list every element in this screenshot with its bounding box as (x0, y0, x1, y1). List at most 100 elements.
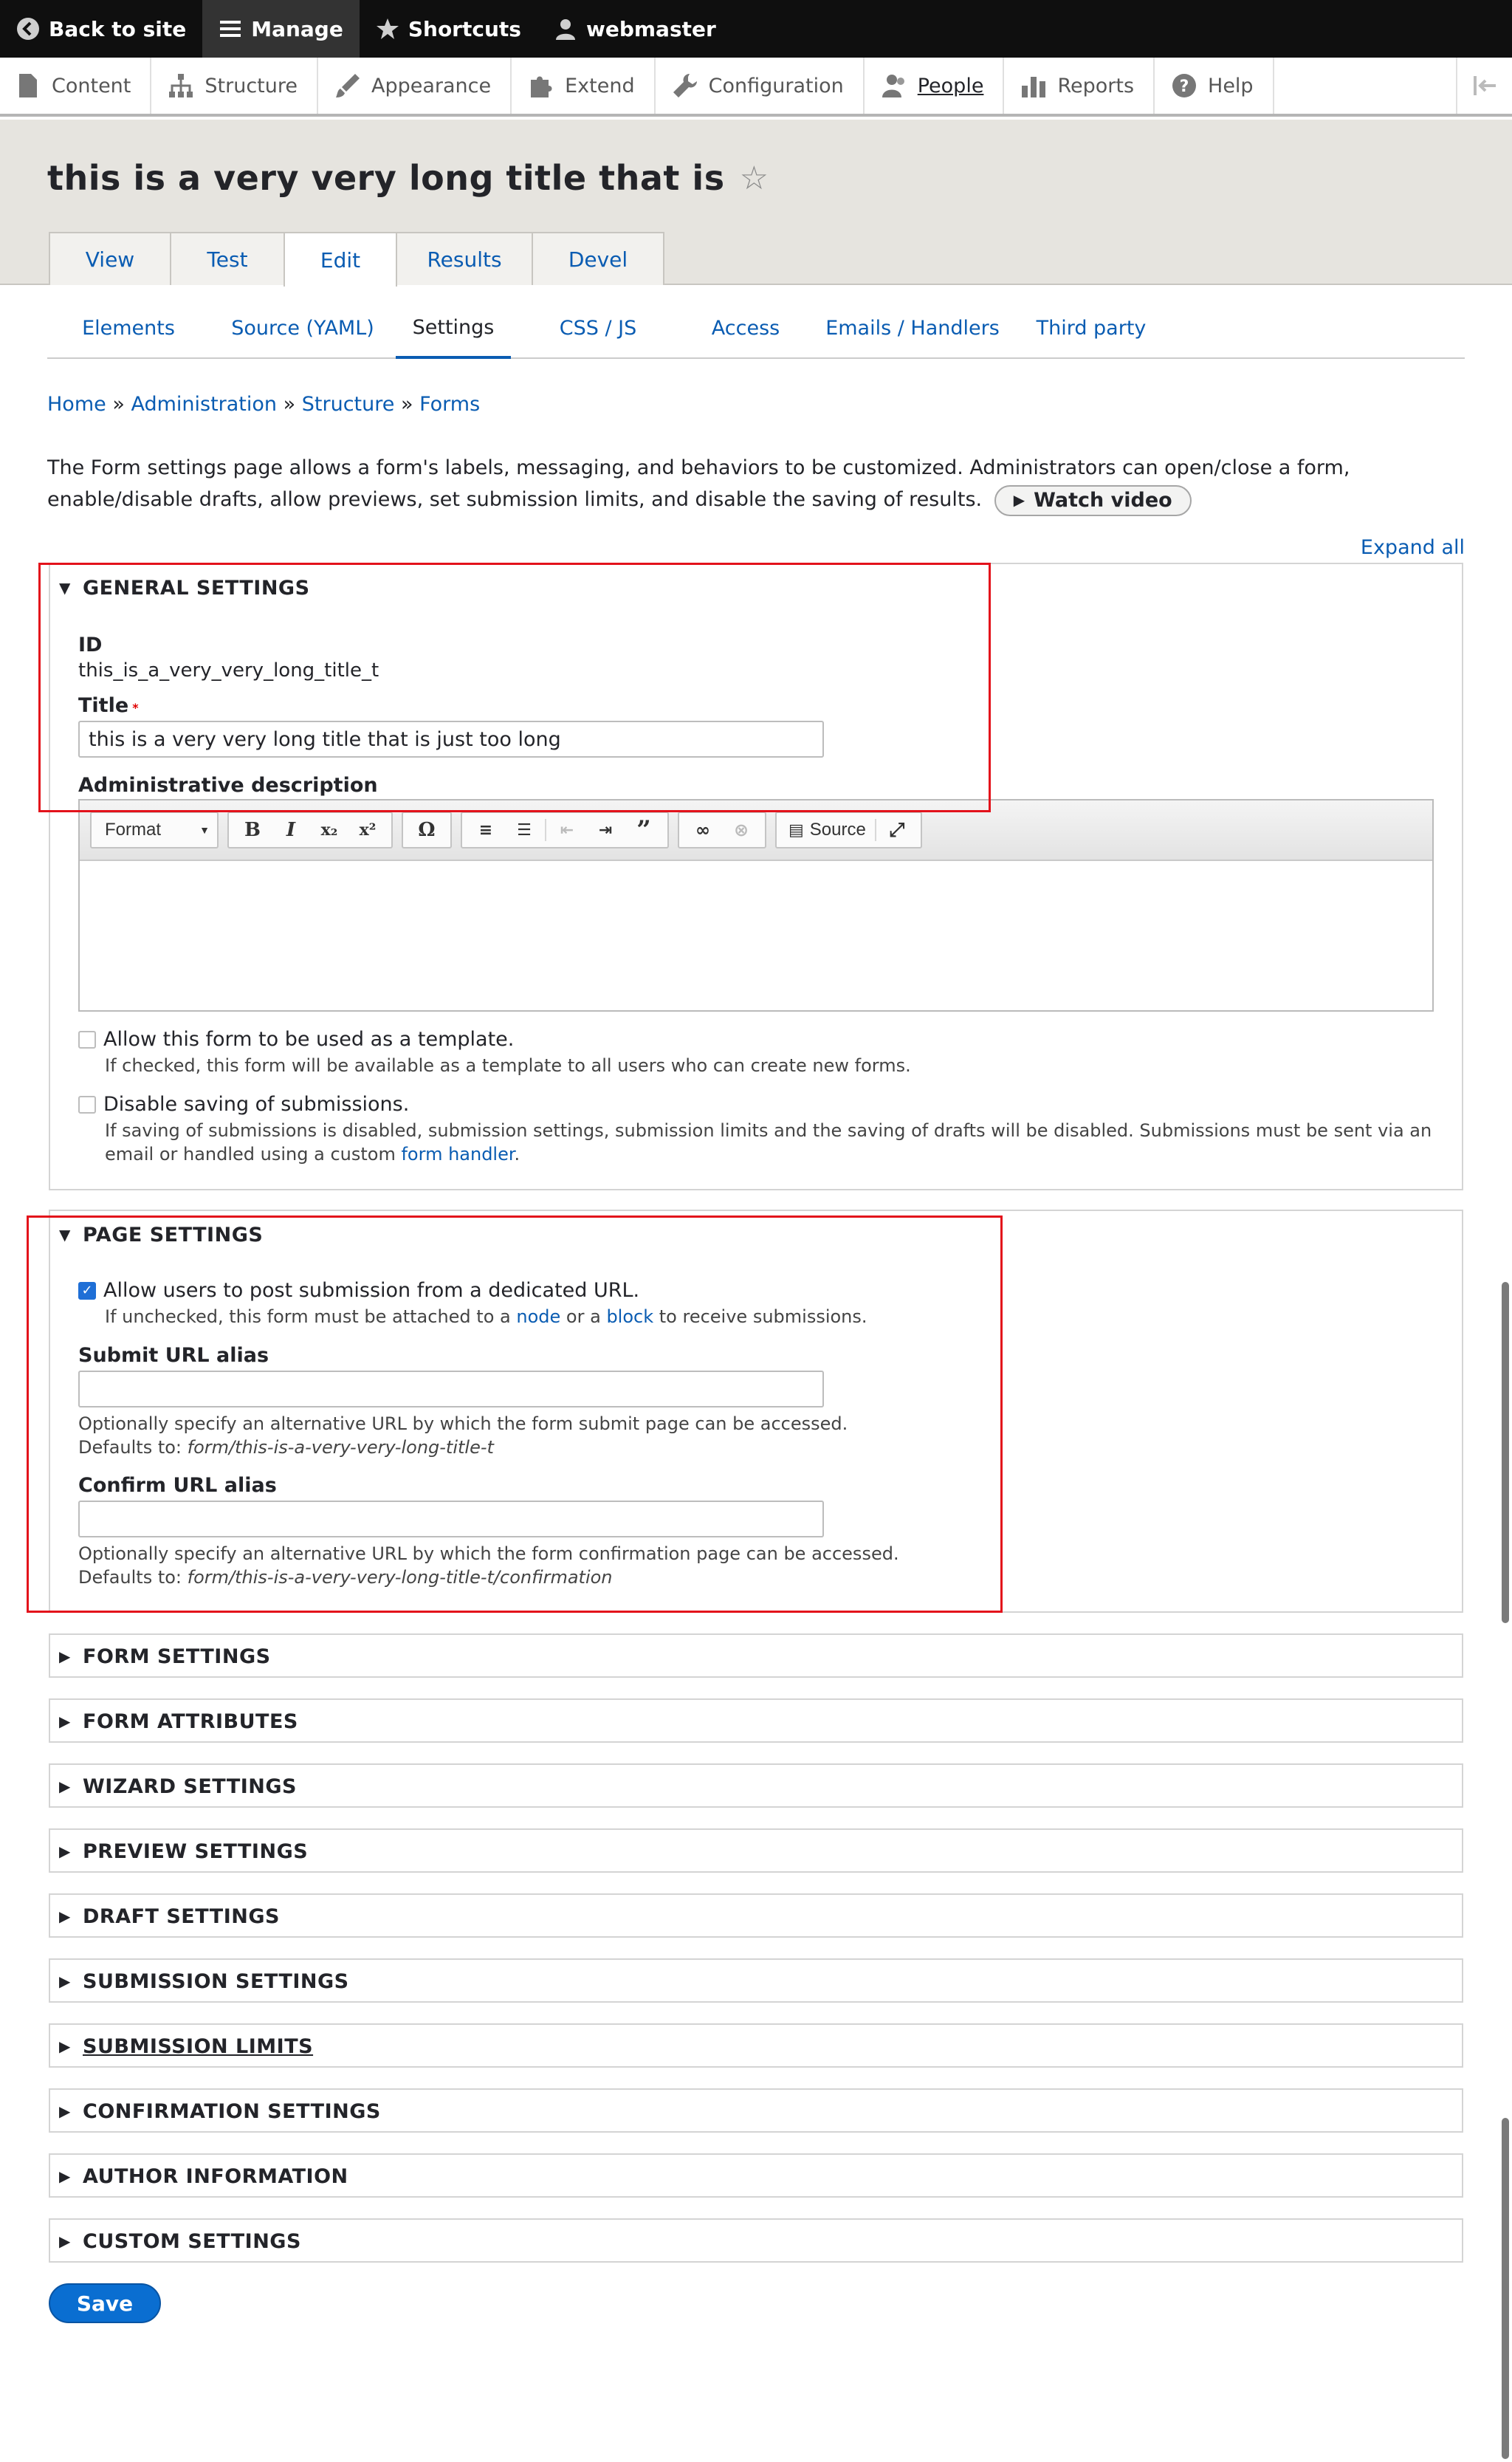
breadcrumb-forms[interactable]: Forms (419, 393, 480, 416)
triangle-right-icon: ▶ (59, 2102, 71, 2120)
special-character-icon[interactable]: Ω (409, 814, 444, 846)
scrollbar-thumb[interactable] (1502, 1282, 1509, 1623)
back-arrow-icon (17, 18, 39, 40)
shortcuts-label: Shortcuts (408, 16, 521, 41)
format-dropdown[interactable]: Format ▼ (90, 812, 219, 848)
subtab-third-party[interactable]: Third party (1019, 298, 1164, 357)
disable-saving-desc-end: . (514, 1144, 520, 1165)
breadcrumb-structure[interactable]: Structure (302, 393, 395, 416)
shortcut-star-icon[interactable]: ☆ (740, 160, 769, 197)
custom-settings-details[interactable]: ▶ CUSTOM SETTINGS (49, 2218, 1463, 2263)
subtab-source-yaml[interactable]: Source (YAML) (210, 298, 396, 357)
subtab-emails-handlers[interactable]: Emails / Handlers (806, 298, 1019, 357)
subtab-elements[interactable]: Elements (47, 298, 210, 357)
wizard-settings-details[interactable]: ▶ WIZARD SETTINGS (49, 1763, 1463, 1808)
template-description: If checked, this form will be available … (105, 1055, 911, 1076)
unlink-icon[interactable]: ⊗ (724, 814, 759, 846)
tab-test[interactable]: Test (170, 232, 285, 285)
breadcrumb-home[interactable]: Home (47, 393, 106, 416)
source-icon: ▤ (788, 820, 804, 839)
tab-label: Devel (568, 247, 628, 272)
bulleted-list-icon[interactable]: ☰ (506, 814, 542, 846)
maximize-icon[interactable]: ⤢ (879, 814, 915, 846)
collapse-tray-button[interactable] (1456, 58, 1512, 114)
subtab-label: Settings (412, 315, 495, 339)
manage-tab[interactable]: Manage (202, 0, 360, 58)
file-icon (19, 74, 37, 97)
tray-item-help[interactable]: ? Help (1155, 58, 1274, 114)
submission-settings-details[interactable]: ▶ SUBMISSION SETTINGS (49, 1958, 1463, 2003)
tab-results[interactable]: Results (396, 232, 533, 285)
scrollbar-thumb[interactable] (1502, 2118, 1509, 2459)
save-button[interactable]: Save (49, 2283, 161, 2323)
author-information-details[interactable]: ▶ AUTHOR INFORMATION (49, 2153, 1463, 2198)
tab-devel[interactable]: Devel (532, 232, 664, 285)
confirmation-settings-details[interactable]: ▶ CONFIRMATION SETTINGS (49, 2088, 1463, 2133)
tray-item-extend[interactable]: Extend (512, 58, 656, 114)
subtab-css-js[interactable]: CSS / JS (511, 298, 685, 357)
superscript-icon[interactable]: x² (350, 814, 385, 846)
draft-settings-details[interactable]: ▶ DRAFT SETTINGS (49, 1893, 1463, 1938)
expand-all-link[interactable]: Expand all (1361, 536, 1465, 559)
subscript-icon[interactable]: x₂ (312, 814, 347, 846)
breadcrumb-administration[interactable]: Administration (131, 393, 277, 416)
tray-item-label: Appearance (371, 74, 492, 97)
source-button[interactable]: ▤ Source (783, 814, 872, 846)
tab-label: Test (207, 247, 248, 272)
section-heading: DRAFT SETTINGS (83, 1904, 280, 1928)
subtab-label: Source (YAML) (231, 316, 374, 340)
user-tab[interactable]: webmaster (537, 0, 732, 58)
submission-limits-details[interactable]: ▶ SUBMISSION LIMITS (49, 2023, 1463, 2068)
bold-icon[interactable]: B (235, 814, 270, 846)
watch-video-button[interactable]: ▶ Watch video (994, 484, 1192, 516)
link-icon[interactable]: ∞ (685, 814, 721, 846)
preview-settings-details[interactable]: ▶ PREVIEW SETTINGS (49, 1828, 1463, 1873)
outdent-icon[interactable]: ⇤ (549, 814, 585, 846)
tab-view[interactable]: View (49, 232, 171, 285)
editor-content-area[interactable] (80, 861, 1432, 1009)
tray-item-reports[interactable]: Reports (1004, 58, 1155, 114)
subtab-label: Elements (82, 316, 175, 340)
link-group: ∞ ⊗ (678, 812, 766, 848)
triangle-right-icon: ▶ (59, 1712, 71, 1730)
tray-item-label: Extend (565, 74, 635, 97)
subtab-label: Emails / Handlers (825, 316, 1000, 340)
triangle-right-icon: ▶ (59, 1907, 71, 1925)
section-heading: FORM SETTINGS (83, 1645, 271, 1668)
tray-item-configuration[interactable]: Configuration (656, 58, 865, 114)
subtab-settings[interactable]: Settings (396, 298, 511, 359)
back-to-site-link[interactable]: Back to site (0, 0, 202, 58)
form-attributes-details[interactable]: ▶ FORM ATTRIBUTES (49, 1698, 1463, 1743)
watch-video-label: Watch video (1034, 489, 1172, 512)
special-char-group: Ω (402, 812, 452, 848)
admin-tray: Content Structure Appearance Extend Conf… (0, 58, 1512, 117)
section-heading: AUTHOR INFORMATION (83, 2164, 348, 2188)
section-heading: CONFIRMATION SETTINGS (83, 2099, 381, 2123)
primary-tabs: View Test Edit Results Devel (49, 232, 664, 287)
breadcrumb-separator: » (400, 393, 413, 416)
section-heading: FORM ATTRIBUTES (83, 1710, 298, 1733)
subtab-access[interactable]: Access (685, 298, 806, 357)
tray-item-people[interactable]: People (865, 58, 1005, 114)
tray-item-structure[interactable]: Structure (151, 58, 318, 114)
tray-item-appearance[interactable]: Appearance (318, 58, 512, 114)
italic-icon[interactable]: I (273, 814, 309, 846)
indent-icon[interactable]: ⇥ (588, 814, 623, 846)
section-heading: SUBMISSION LIMITS (83, 2034, 314, 2058)
tab-label: Edit (320, 247, 361, 272)
shortcuts-tab[interactable]: Shortcuts (360, 0, 537, 58)
tab-label: Results (427, 247, 502, 272)
admin-toolbar: Back to site Manage Shortcuts webmaster (0, 0, 1512, 58)
disable-saving-checkbox[interactable] (78, 1095, 96, 1114)
template-option: Allow this form to be used as a template… (78, 1028, 1437, 1077)
numbered-list-icon[interactable]: ≡ (468, 814, 504, 846)
tray-item-content[interactable]: Content (0, 58, 152, 114)
template-checkbox[interactable] (78, 1030, 96, 1049)
blockquote-icon[interactable]: ” (626, 814, 662, 846)
disable-saving-option: Disable saving of submissions. If saving… (78, 1093, 1437, 1166)
tab-label: View (85, 247, 135, 272)
basic-styles-group: B I x₂ x² (227, 812, 393, 848)
form-settings-details[interactable]: ▶ FORM SETTINGS (49, 1633, 1463, 1678)
tab-edit[interactable]: Edit (284, 232, 397, 287)
form-handler-link[interactable]: form handler (401, 1144, 514, 1165)
